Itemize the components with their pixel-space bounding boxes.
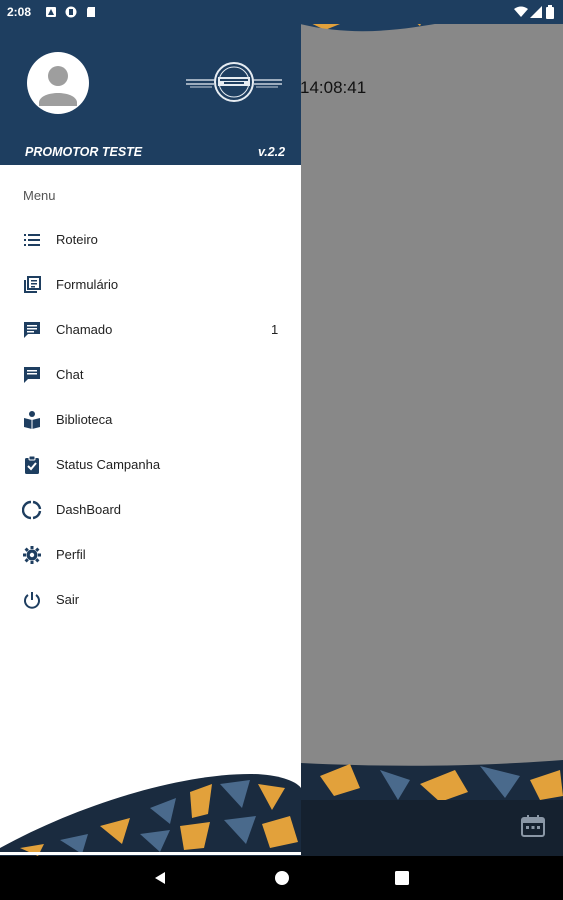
menu-item-formulario[interactable]: Formulário [0, 263, 301, 307]
signal-icon [530, 6, 542, 18]
app-notification-icon [65, 6, 77, 18]
home-icon[interactable] [274, 870, 290, 886]
system-nav-bar [0, 856, 563, 900]
battery-icon [546, 5, 554, 19]
menu-item-label: DashBoard [56, 502, 122, 517]
background-time-text: 14:08:41 [300, 78, 367, 97]
menu-item-label: Chamado [56, 322, 113, 337]
menu-item-label: Roteiro [56, 232, 98, 247]
menu-item-perfil[interactable]: Perfil [0, 533, 301, 577]
status-time: 2:08 [7, 5, 32, 19]
menu-item-label: Perfil [56, 547, 86, 562]
menu-item-label: Chat [56, 367, 84, 382]
navigation-drawer: PROMOTOR TESTE v.2.2 Menu Roteiro Formul… [0, 24, 301, 856]
company-logo [186, 62, 282, 102]
menu-item-dashboard[interactable]: DashBoard [0, 488, 301, 532]
library-books-icon [24, 276, 41, 293]
assignment-check-icon [25, 455, 39, 474]
menu-item-label: Status Campanha [56, 457, 161, 472]
app-version: v.2.2 [258, 145, 286, 159]
recents-icon[interactable] [394, 870, 410, 886]
menu-item-roteiro[interactable]: Roteiro [0, 218, 301, 262]
power-icon [24, 592, 40, 609]
status-bar: 2:08 [0, 0, 563, 24]
back-icon[interactable] [152, 870, 168, 886]
calendar-icon[interactable] [520, 814, 546, 838]
book-reader-icon [24, 411, 40, 429]
donut-chart-icon [22, 500, 42, 520]
menu-item-chamado[interactable]: Chamado 1 [0, 308, 301, 352]
menu-item-biblioteca[interactable]: Biblioteca [0, 398, 301, 442]
wifi-icon [514, 6, 528, 17]
list-icon [24, 234, 40, 246]
menu-item-status-campanha[interactable]: Status Campanha [0, 443, 301, 487]
menu-item-sair[interactable]: Sair [0, 578, 301, 622]
settings-icon [23, 546, 41, 564]
chamado-count-badge: 1 [271, 322, 279, 337]
menu-heading: Menu [23, 188, 56, 203]
drawer-header: PROMOTOR TESTE v.2.2 [0, 24, 301, 165]
menu-item-chat[interactable]: Chat [0, 353, 301, 397]
drawer-camo-footer [0, 774, 301, 856]
chat-icon [24, 367, 40, 383]
avatar[interactable] [27, 52, 89, 114]
person-icon [39, 66, 77, 106]
menu-item-label: Biblioteca [56, 412, 113, 427]
menu-item-label: Formulário [56, 277, 119, 292]
menu-item-label: Sair [56, 592, 80, 607]
sd-card-icon [87, 7, 95, 17]
notification-icon [46, 7, 56, 17]
user-name: PROMOTOR TESTE [25, 145, 143, 159]
message-icon [24, 322, 40, 338]
